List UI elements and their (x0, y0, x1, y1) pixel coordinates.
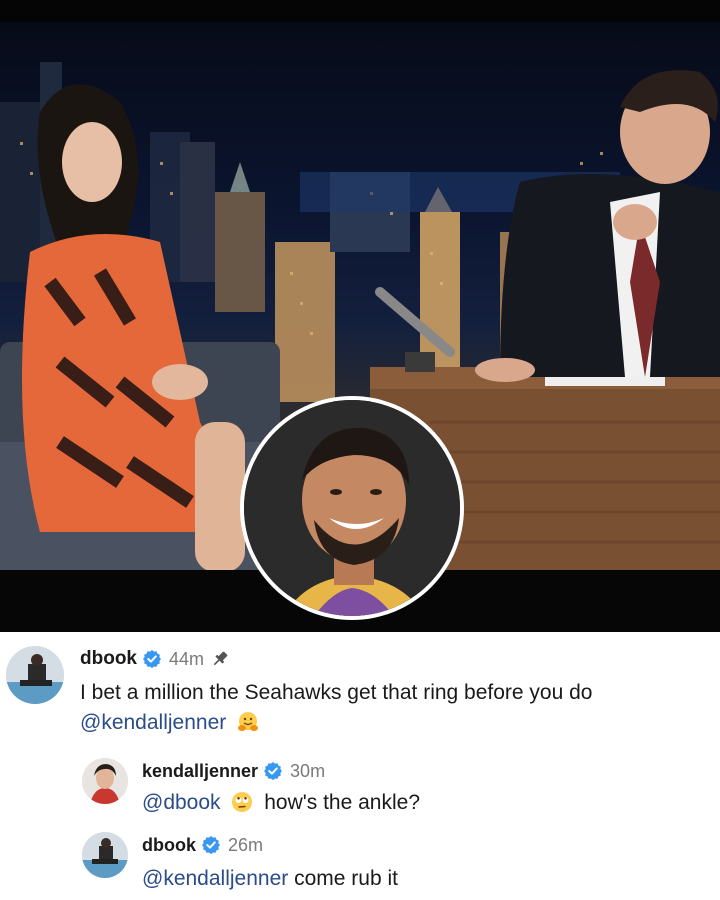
comment-text: @dbook how's the ankle? (142, 788, 420, 818)
comment-username[interactable]: kendalljenner (142, 761, 258, 782)
verified-badge-icon (143, 650, 161, 668)
avatar[interactable] (82, 832, 128, 878)
avatar[interactable] (6, 646, 64, 704)
pin-icon (213, 651, 228, 666)
host-figure (475, 70, 720, 382)
comment-text-body: I bet a million the Seahawks get that ri… (80, 681, 593, 704)
comment-timestamp: 26m (228, 834, 264, 855)
mention-link[interactable]: @dbook (142, 791, 221, 814)
comment-text-body: how's the ankle? (264, 791, 421, 814)
verified-badge-icon (202, 836, 220, 854)
comment-username[interactable]: dbook (142, 835, 196, 856)
inset-portrait (240, 396, 464, 620)
reply-item: kendalljenner 30m @dbook how's the ankle… (82, 758, 420, 818)
comments-section: dbook 44m I bet a million the Seahawks g… (0, 632, 720, 900)
mention-link[interactable]: @kendalljenner (80, 711, 226, 734)
comment-item: dbook 44m I bet a million the Seahawks g… (6, 646, 700, 738)
comment-timestamp: 44m (169, 648, 205, 669)
comment-text: I bet a million the Seahawks get that ri… (80, 678, 700, 738)
comment-timestamp: 30m (290, 760, 326, 781)
reply-item: dbook 26m @kendalljenner come rub it (82, 832, 398, 894)
hugging-face-icon (238, 712, 259, 731)
comment-username[interactable]: dbook (80, 648, 137, 670)
comment-text: @kendalljenner come rub it (142, 864, 398, 894)
comment-text-body: come rub it (294, 867, 398, 890)
avatar[interactable] (82, 758, 128, 804)
mention-link[interactable]: @kendalljenner (142, 867, 288, 890)
verified-badge-icon (264, 762, 283, 780)
face-with-rolling-eyes-icon (232, 792, 253, 812)
post-image[interactable] (0, 0, 720, 632)
